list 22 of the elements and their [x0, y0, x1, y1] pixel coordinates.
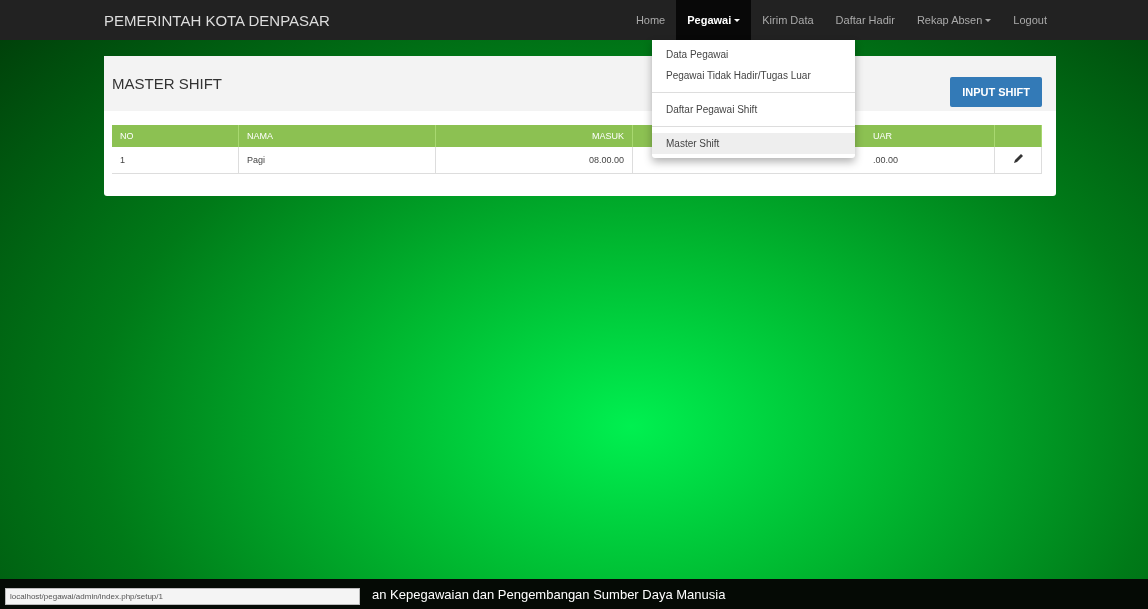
table-cell: 08.00.00 [435, 147, 633, 174]
nav-link[interactable]: Rekap Absen [905, 0, 1003, 40]
table-cell: Pagi [238, 147, 436, 174]
input-shift-button[interactable]: INPUT SHIFT [950, 76, 1042, 107]
pencil-icon[interactable] [1012, 153, 1024, 165]
column-header: MASUK [435, 125, 633, 147]
panel-title: MASTER SHIFT [112, 75, 222, 92]
menu-item[interactable]: Pegawai Tidak Hadir/Tugas Luar [652, 65, 855, 86]
brand-title: PEMERINTAH KOTA DENPASAR [104, 11, 331, 29]
nav-link[interactable]: Daftar Hadir [824, 0, 906, 40]
footer-text: an Kepegawaian dan Pengembangan Sumber Daya Manusia [372, 586, 726, 602]
column-header: NAMA [238, 125, 436, 147]
nav-link[interactable]: Pegawai [676, 0, 752, 40]
status-bar-url: localhost/pegawai/admin/index.php/setup/1 [5, 588, 360, 605]
nav-link[interactable]: Kirim Data [751, 0, 825, 40]
menu-item[interactable]: Data Pegawai [652, 44, 855, 65]
nav-link[interactable]: Logout [1002, 0, 1058, 40]
nav-link[interactable]: Home [624, 0, 677, 40]
column-header: NO [112, 125, 239, 147]
table-cell: 1 [112, 147, 239, 174]
menu-item[interactable]: Master Shift [652, 133, 855, 154]
menu-item[interactable]: Daftar Pegawai Shift [652, 99, 855, 120]
